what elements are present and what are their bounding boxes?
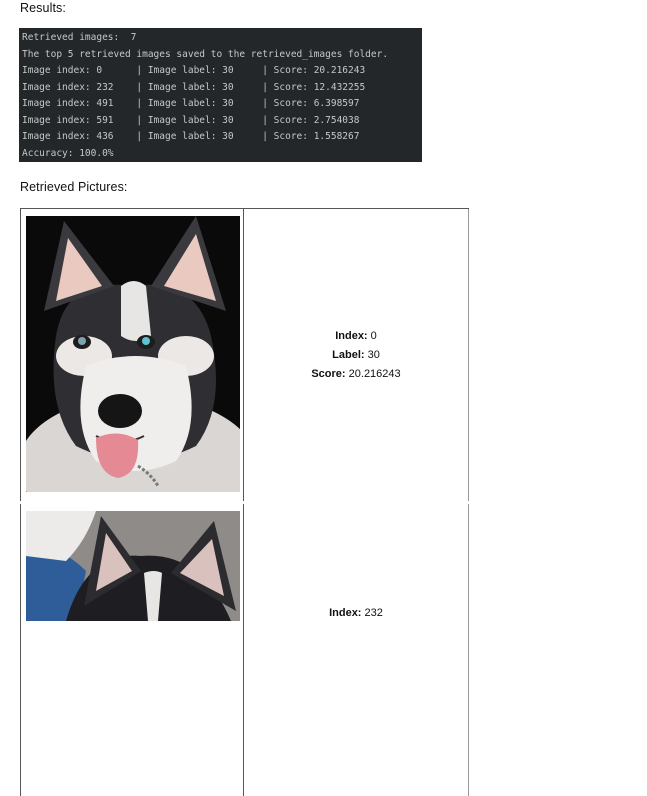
retrieved-pictures-heading: Retrieved Pictures: (20, 180, 128, 194)
console-line: Image index: 232 | Image label: 30 | Sco… (22, 81, 366, 93)
label-value: 30 (364, 348, 380, 361)
image-info-cell: Index: 0 Label: 30 Score: 20.216243 (244, 209, 469, 501)
console-line: Image index: 0 | Image label: 30 | Score… (22, 65, 366, 76)
label-label: Label: (332, 348, 365, 361)
husky-dog-photo (26, 216, 240, 492)
label-line: Label: 30 (332, 346, 380, 365)
table-row: Index: 0 Label: 30 Score: 20.216243 (20, 208, 469, 501)
score-value: 20.216243 (345, 367, 401, 380)
score-line: Score: 20.216243 (311, 365, 400, 384)
image-cell (20, 504, 244, 796)
index-line: Index: 232 (329, 604, 383, 623)
image-cell (20, 209, 244, 501)
console-line: Image index: 591 | Image label: 30 | Sco… (22, 114, 360, 126)
score-label: Score: (311, 367, 346, 380)
table-row: Index: 232 (20, 504, 469, 796)
index-value: 232 (361, 607, 383, 619)
index-label: Index: (335, 329, 368, 342)
image-info-cell: Index: 232 (244, 504, 469, 796)
console-line: Image index: 436 | Image label: 30 | Sco… (22, 131, 360, 142)
console-line: Retrieved images: 7 (22, 32, 137, 43)
console-line: The top 5 retrieved images saved to the … (22, 48, 389, 60)
console-line: Accuracy: 100.0% (22, 147, 114, 159)
console-line: Image index: 491 | Image label: 30 | Sco… (22, 98, 360, 109)
husky-puppy-photo (26, 511, 240, 621)
index-line: Index: 0 (335, 327, 377, 346)
index-value: 0 (367, 329, 377, 342)
results-heading: Results: (20, 1, 66, 15)
console-output: Retrieved images: 7 The top 5 retrieved … (19, 28, 422, 162)
index-label: Index: (329, 607, 362, 619)
